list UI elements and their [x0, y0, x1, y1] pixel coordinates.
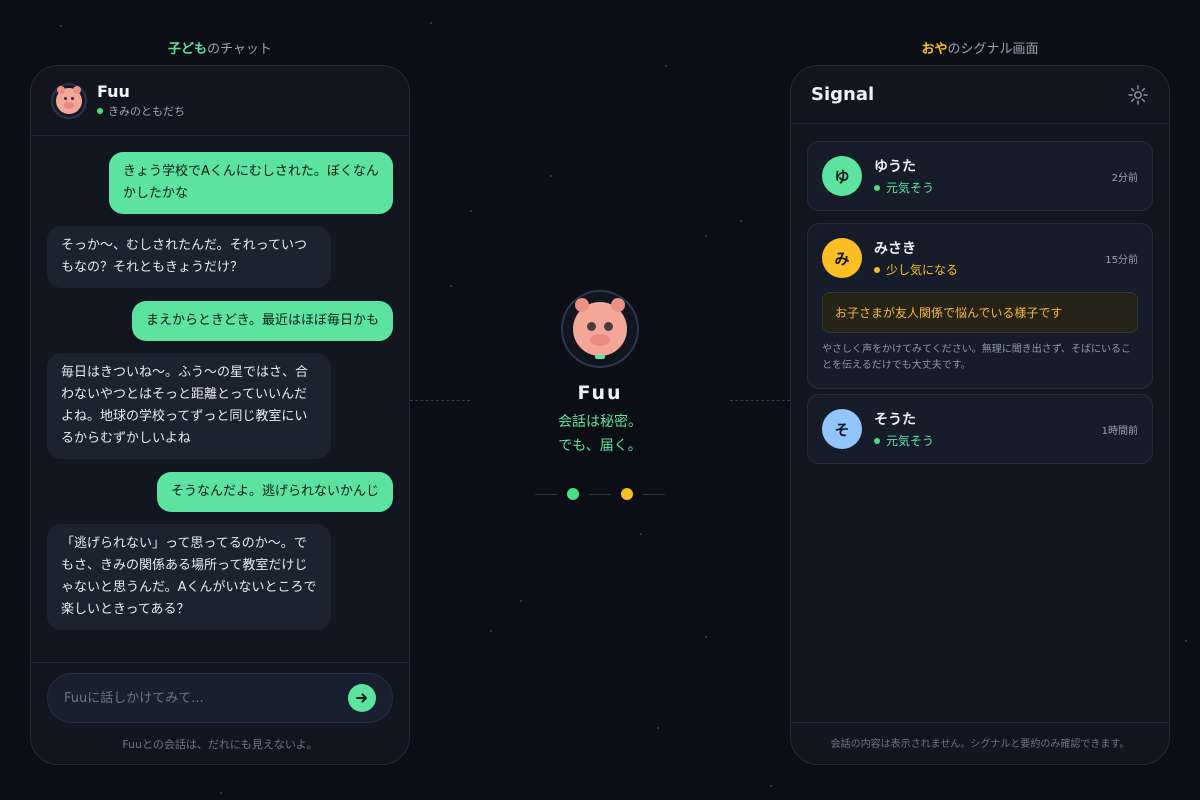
green-signal-dot-icon [567, 488, 579, 500]
settings-button[interactable] [1127, 84, 1149, 106]
star [220, 792, 222, 794]
star [705, 636, 707, 638]
last-update-time: 1時間前 [1101, 425, 1138, 437]
tagline-line-1: 会話は秘密。 [558, 414, 642, 430]
child-chat-panel: Fuu きみのともだち きょう学校でAくんにむしされた。ぼくなんかしたかな そっ… [30, 65, 410, 765]
privacy-note: Fuuとの会話は、だれにも見えないよ。 [122, 738, 318, 751]
child-avatar: ゆ [822, 156, 862, 196]
message-bubble-me: そうなんだよ。逃げられないかんじ [156, 472, 393, 512]
advice-text: やさしく声をかけてみてください。無理に聞き出さず、そばにいることを伝えるだけでも… [822, 344, 1131, 371]
caption-text: のチャット [207, 42, 272, 57]
status-dot-icon [874, 266, 880, 273]
child-status: 元気そう [874, 432, 1102, 449]
status-dot-icon [874, 184, 880, 191]
fuu-mascot [561, 290, 639, 368]
star [450, 285, 452, 287]
pig-icon [573, 298, 627, 359]
child-avatar: そ [822, 409, 862, 449]
child-status: 少し気になる [874, 261, 1105, 278]
star [657, 727, 659, 729]
message-input[interactable] [64, 690, 348, 706]
child-name: そうた [874, 412, 916, 428]
stage: 子どものチャット おやのシグナル画面 Fuu きみのともだち きょう学校でAくん… [0, 0, 1200, 800]
chat-subtitle: きみのともだち [108, 105, 185, 118]
gear-icon [1128, 84, 1148, 105]
pig-icon [56, 85, 82, 114]
signal-header: Signal [791, 66, 1169, 124]
parent-signal-caption: おやのシグナル画面 [790, 38, 1170, 57]
signal-title: Signal [811, 84, 875, 105]
center-brand: Fuu 会話は秘密。 でも、届く。 [470, 290, 730, 500]
child-name: ゆうた [874, 159, 916, 175]
message-bubble-fuu: 「逃げられない」って思ってるのか〜。でもさ、きみの関係ある場所って教室だけじゃな… [47, 524, 331, 630]
brand-name: Fuu [577, 382, 623, 404]
child-card-yuta[interactable]: ゆ ゆうた 元気そう 2分前 [807, 141, 1153, 211]
yellow-signal-dot-icon [621, 488, 633, 500]
message-list: きょう学校でAくんにむしされた。ぼくなんかしたかな そっか〜、むしされたんだ。そ… [31, 136, 409, 664]
fuu-avatar [51, 82, 87, 119]
child-chat-caption: 子どものチャット [30, 38, 410, 57]
star [60, 25, 62, 27]
parent-signal-panel: Signal ゆ ゆうた 元気そう 2分前 み みさき 少し気になる 15分前 … [790, 65, 1170, 765]
connector-line [410, 400, 470, 401]
signal-privacy-note: 会話の内容は表示されません。シグナルと要約のみ確認できます。 [791, 722, 1169, 764]
chat-footer: Fuuとの会話は、だれにも見えないよ。 [31, 662, 409, 764]
star [770, 785, 772, 787]
caption-text: のシグナル画面 [947, 42, 1039, 57]
online-dot-icon [97, 108, 103, 114]
message-input-wrapper [47, 673, 393, 723]
star [550, 175, 552, 177]
star [740, 220, 742, 222]
send-button[interactable] [348, 684, 376, 712]
chat-header: Fuu きみのともだち [31, 66, 409, 136]
child-status-text: 元気そう [886, 181, 935, 195]
child-avatar: み [822, 238, 862, 278]
child-name: みさき [874, 241, 916, 257]
chat-contact-name: Fuu [97, 82, 130, 101]
alert-summary: お子さまが友人関係で悩んでいる様子です [822, 292, 1138, 333]
tagline-line-2: でも、届く。 [558, 438, 642, 454]
arrow-right-icon [356, 693, 367, 703]
message-bubble-fuu: 毎日はきついね〜。ふう〜の星ではさ、合わないやつとはそっと距離とっていいんだよね… [47, 353, 331, 459]
child-status: 元気そう [874, 179, 1112, 196]
caption-highlight: 子ども [168, 42, 208, 57]
child-card-misaki[interactable]: み みさき 少し気になる 15分前 お子さまが友人関係で悩んでいる様子です やさ… [807, 223, 1153, 389]
star [470, 210, 472, 212]
message-bubble-fuu: そっか〜、むしされたんだ。それっていつもなの？それともきょうだけ？ [47, 226, 331, 288]
connector-line [730, 400, 790, 401]
child-status-text: 少し気になる [886, 263, 959, 277]
signal-indicator [470, 488, 730, 500]
last-update-time: 15分前 [1105, 254, 1138, 266]
caption-highlight: おや [921, 42, 948, 57]
star [665, 65, 667, 67]
star [430, 22, 432, 24]
star [640, 533, 642, 535]
child-status-text: 元気そう [886, 434, 935, 448]
status-dot-icon [874, 437, 880, 444]
last-update-time: 2分前 [1111, 172, 1138, 184]
star [705, 235, 707, 237]
child-card-sota[interactable]: そ そうた 元気そう 1時間前 [807, 394, 1153, 464]
star [490, 630, 492, 632]
star [520, 600, 522, 602]
message-bubble-me: まえからときどき。最近はほぼ毎日かも [132, 301, 393, 341]
chat-contact-status: きみのともだち [97, 103, 185, 119]
star [1185, 640, 1187, 642]
message-bubble-me: きょう学校でAくんにむしされた。ぼくなんかしたかな [109, 152, 393, 214]
